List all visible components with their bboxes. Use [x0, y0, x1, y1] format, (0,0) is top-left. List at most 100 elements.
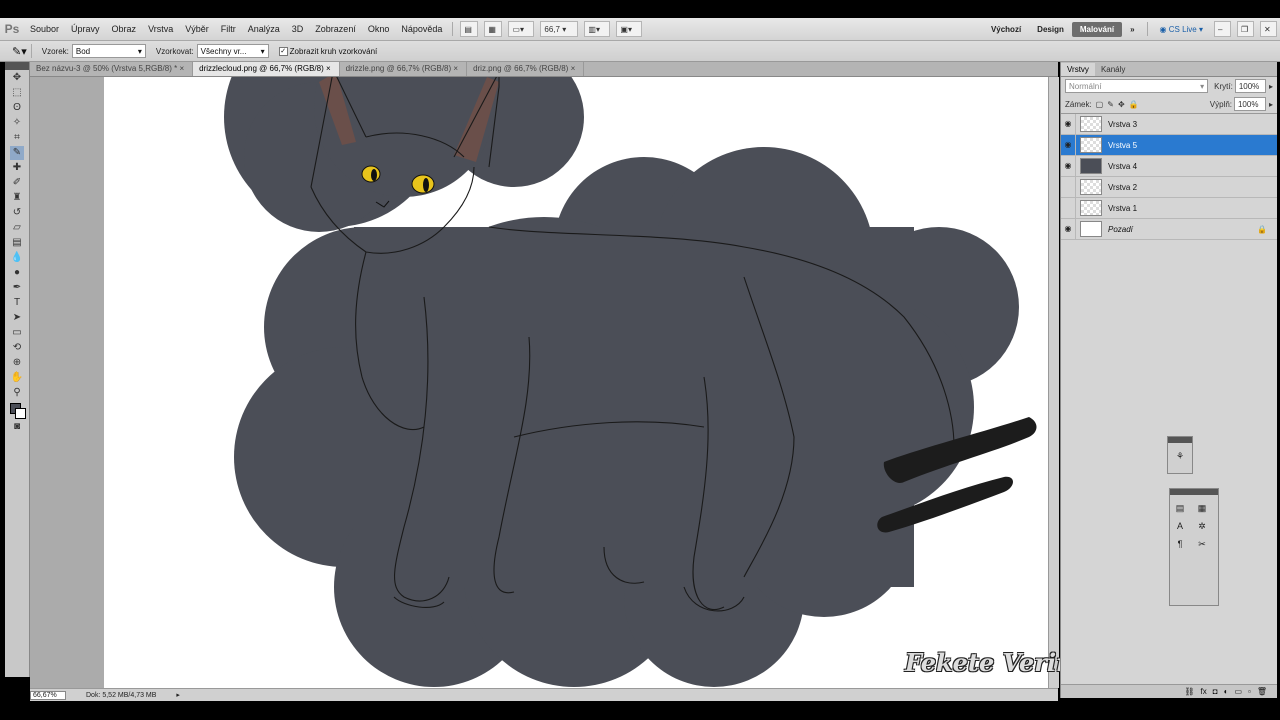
quick-select-tool-icon[interactable]: ✧ — [10, 116, 24, 130]
layer-name[interactable]: Vrstva 3 — [1108, 120, 1137, 129]
gradient-tool-icon[interactable]: ▤ — [10, 236, 24, 250]
panel-grip[interactable] — [1168, 437, 1192, 443]
pen-tool-icon[interactable]: ✒ — [10, 281, 24, 295]
eraser-tool-icon[interactable]: ▱ — [10, 221, 24, 235]
workspace-design[interactable]: Design — [1029, 25, 1072, 34]
status-zoom[interactable]: 66,67% — [30, 690, 66, 700]
layer-row[interactable]: ◉ Vrstva 3 — [1061, 114, 1277, 135]
tool-presets-icon[interactable]: ✂ — [1194, 537, 1210, 551]
move-tool-icon[interactable]: ✥ — [10, 71, 24, 85]
menu-3d[interactable]: 3D — [286, 24, 310, 34]
workspace-default[interactable]: Výchozí — [983, 25, 1029, 34]
menu-filtr[interactable]: Filtr — [215, 24, 242, 34]
fill-input[interactable]: 100% — [1233, 97, 1266, 111]
view-extras-button[interactable]: ▭▾ — [508, 21, 535, 37]
menu-vyber[interactable]: Výběr — [179, 24, 215, 34]
link-layers-icon[interactable]: ⛓ — [1184, 687, 1194, 696]
eye-icon[interactable]: ◉ — [1061, 114, 1076, 134]
tab-bez-nazvu-3[interactable]: Bez názvu-3 @ 50% (Vrstva 5,RGB/8) * × — [30, 62, 194, 76]
trash-icon[interactable]: 🗑 — [1257, 687, 1267, 696]
paragraph-icon[interactable]: ¶ — [1172, 537, 1188, 551]
menu-okno[interactable]: Okno — [362, 24, 396, 34]
path-select-tool-icon[interactable]: ➤ — [10, 311, 24, 325]
new-layer-icon[interactable]: ▫ — [1248, 687, 1251, 696]
blend-mode-select[interactable]: Normální ▾ — [1065, 79, 1209, 93]
eye-hidden-icon[interactable] — [1061, 198, 1076, 218]
close-icon[interactable]: × — [326, 64, 331, 73]
eyedropper-tool-icon[interactable]: ✎ — [10, 146, 24, 160]
lasso-tool-icon[interactable]: ʘ — [10, 101, 24, 115]
toolbox-grip[interactable] — [5, 62, 29, 70]
add-mask-icon[interactable]: ◘ — [1213, 687, 1218, 696]
lock-image-icon[interactable]: ✎ — [1107, 100, 1114, 109]
lock-all-icon[interactable]: 🔒 — [1129, 100, 1139, 109]
character-icon[interactable]: A — [1172, 519, 1188, 533]
close-icon[interactable]: × — [179, 64, 184, 73]
arrange-documents-button[interactable]: ▥▾ — [584, 21, 611, 37]
mini-bridge-button[interactable]: ▦ — [484, 21, 503, 37]
minimize-button[interactable]: – — [1214, 21, 1231, 37]
quick-mask-icon[interactable]: ◙ — [10, 420, 24, 434]
more-workspaces-icon[interactable]: » — [1122, 25, 1142, 34]
tab-drizzle[interactable]: drizzle.png @ 66,7% (RGB/8) × — [340, 62, 468, 76]
eye-icon[interactable]: ◉ — [1061, 156, 1076, 176]
layer-name[interactable]: Vrstva 5 — [1108, 141, 1137, 150]
clone-source-icon[interactable]: ✲ — [1194, 519, 1210, 533]
eye-icon[interactable]: ◉ — [1061, 135, 1076, 155]
layer-name[interactable]: Vrstva 2 — [1108, 183, 1137, 192]
document-canvas[interactable] — [104, 77, 1048, 688]
layer-row[interactable]: ◉ Vrstva 5 — [1061, 135, 1277, 156]
zoom-level-box[interactable]: 66,7 ▾ — [540, 21, 579, 37]
close-button[interactable]: ✕ — [1260, 21, 1277, 37]
new-group-icon[interactable]: ▭ — [1234, 687, 1242, 696]
sampling-select[interactable]: Všechny vr... ▾ — [196, 44, 269, 58]
eye-hidden-icon[interactable] — [1061, 177, 1076, 197]
vertical-scrollbar[interactable] — [1048, 77, 1059, 688]
color-swatches-icon[interactable] — [10, 401, 26, 419]
lock-transparency-icon[interactable]: ▢ — [1096, 100, 1104, 109]
menu-soubor[interactable]: Soubor — [24, 24, 65, 34]
layer-name[interactable]: Vrstva 1 — [1108, 204, 1137, 213]
tab-driz[interactable]: driz.png @ 66,7% (RGB/8) × — [467, 62, 585, 76]
status-menu-arrow-icon[interactable]: ▸ — [176, 691, 180, 699]
menu-obraz[interactable]: Obraz — [106, 24, 143, 34]
layer-row[interactable]: Vrstva 2 — [1061, 177, 1277, 198]
shape-tool-icon[interactable]: ▭ — [10, 326, 24, 340]
cs-live-button[interactable]: ◉ CS Live ▾ — [1152, 25, 1211, 34]
stamp-tool-icon[interactable]: ♜ — [10, 191, 24, 205]
histogram-icon[interactable]: ▤ — [1172, 501, 1188, 515]
layer-row[interactable]: ◉ Vrstva 4 — [1061, 156, 1277, 177]
type-tool-icon[interactable]: T — [10, 296, 24, 310]
tab-drizzlecloud[interactable]: drizzlecloud.png @ 66,7% (RGB/8) × — [193, 62, 340, 76]
eye-icon[interactable]: ◉ — [1061, 219, 1076, 239]
3d-rotate-tool-icon[interactable]: ⟲ — [10, 341, 24, 355]
opacity-arrow-icon[interactable]: ▸ — [1269, 82, 1273, 91]
brush-tool-icon[interactable]: ✐ — [10, 176, 24, 190]
hand-tool-icon[interactable]: ✋ — [10, 371, 24, 385]
bridge-button[interactable]: ▤ — [460, 21, 479, 37]
menu-upravy[interactable]: Úpravy — [65, 24, 106, 34]
navigator-icon[interactable]: ▦ — [1194, 501, 1210, 515]
3d-orbit-tool-icon[interactable]: ⊕ — [10, 356, 24, 370]
restore-button[interactable]: ❐ — [1237, 21, 1254, 37]
tab-vrstvy[interactable]: Vrstvy — [1061, 63, 1095, 76]
crop-tool-icon[interactable]: ⌗ — [10, 131, 24, 145]
menu-analyza[interactable]: Analýza — [242, 24, 286, 34]
close-icon[interactable]: × — [453, 64, 458, 73]
tab-kanaly[interactable]: Kanály — [1095, 63, 1131, 76]
dodge-tool-icon[interactable]: ● — [10, 266, 24, 280]
healing-tool-icon[interactable]: ✚ — [10, 161, 24, 175]
layer-row[interactable]: ◉ Pozadí 🔒 — [1061, 219, 1277, 240]
layer-name[interactable]: Vrstva 4 — [1108, 162, 1137, 171]
show-sampling-ring-checkbox[interactable]: ✓ — [278, 46, 288, 56]
fill-arrow-icon[interactable]: ▸ — [1269, 100, 1273, 109]
sample-size-select[interactable]: Bod ▾ — [71, 44, 146, 58]
menu-zobrazeni[interactable]: Zobrazení — [309, 24, 362, 34]
menu-napoveda[interactable]: Nápověda — [395, 24, 448, 34]
layer-row[interactable]: Vrstva 1 — [1061, 198, 1277, 219]
screen-mode-button[interactable]: ▣▾ — [616, 21, 643, 37]
eyedropper-preset-icon[interactable]: ✎▾ — [12, 45, 27, 58]
blur-tool-icon[interactable]: 💧 — [10, 251, 24, 265]
history-brush-icon[interactable]: ↺ — [10, 206, 24, 220]
lock-position-icon[interactable]: ✥ — [1118, 100, 1125, 109]
